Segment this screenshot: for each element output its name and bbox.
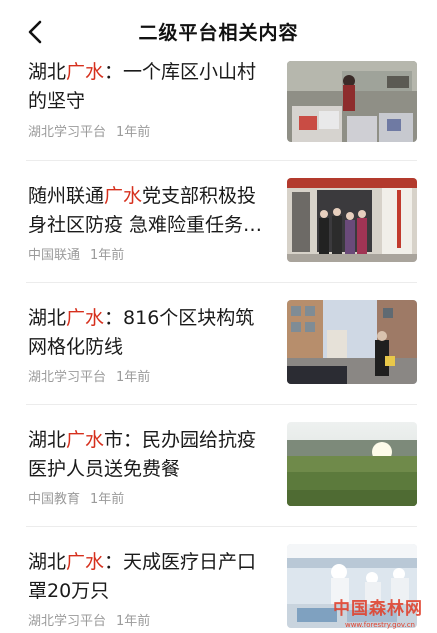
site-watermark-url: www.forestry.gov.cn: [344, 621, 415, 629]
article-meta: 中国教育 1年前: [28, 488, 124, 507]
article-source: 湖北学习平台: [28, 370, 107, 385]
article-item-1[interactable]: 湖北广水：一个库区小山村的坚守 湖北学习平台 1年前: [26, 58, 417, 161]
article-source: 湖北学习平台: [28, 614, 107, 629]
article-item-2[interactable]: 随州联通广水党支部积极投身社区防疫 急难险重任务… 中国联通 1年前: [26, 161, 417, 283]
article-headline: 湖北广水：816个区块构筑网格化防线: [28, 307, 255, 358]
article-meta: 湖北学习平台 1年前: [28, 610, 150, 629]
article-meta: 中国联通 1年前: [28, 244, 124, 263]
article-time: 1年前: [116, 125, 151, 140]
top-bar: 二级平台相关内容: [0, 0, 437, 58]
article-headline: 湖北广水：天成医疗日产口罩20万只: [28, 551, 257, 602]
article-source: 湖北学习平台: [28, 125, 107, 140]
article-item-4[interactable]: 湖北广水市：民办园给抗疫医护人员送免费餐 中国教育 1年前: [26, 405, 417, 527]
article-source: 中国联通: [28, 248, 81, 263]
article-time: 1年前: [90, 248, 125, 263]
article-meta: 湖北学习平台 1年前: [28, 121, 150, 140]
article-thumbnail: [287, 61, 417, 142]
article-headline: 随州联通广水党支部积极投身社区防疫 急难险重任务…: [28, 185, 263, 236]
article-time: 1年前: [90, 492, 125, 507]
site-watermark-logo: 中国森林网: [333, 599, 423, 619]
article-headline: 湖北广水：一个库区小山村的坚守: [28, 61, 257, 112]
article-thumbnail: [287, 300, 417, 384]
article-headline: 湖北广水市：民办园给抗疫医护人员送免费餐: [28, 429, 257, 480]
article-item-3[interactable]: 湖北广水：816个区块构筑网格化防线 湖北学习平台 1年前: [26, 283, 417, 405]
article-meta: 湖北学习平台 1年前: [28, 366, 150, 385]
article-thumbnail: [287, 178, 417, 262]
article-time: 1年前: [116, 370, 151, 385]
article-thumbnail: [287, 422, 417, 506]
article-time: 1年前: [116, 614, 151, 629]
article-source: 中国教育: [28, 492, 81, 507]
page-title: 二级平台相关内容: [138, 22, 299, 44]
article-list: 湖北广水：一个库区小山村的坚守 湖北学习平台 1年前 随州联通广水党支部积极投身…: [0, 58, 437, 633]
